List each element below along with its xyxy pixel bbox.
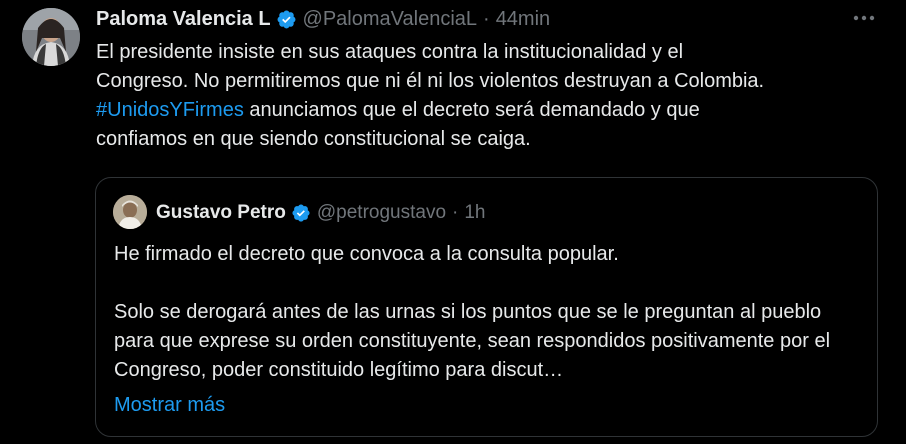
avatar[interactable]	[22, 8, 80, 66]
author-handle[interactable]: @PalomaValenciaL	[303, 8, 477, 31]
quoted-paragraph: He firmado el decreto que convoca a la c…	[114, 243, 619, 265]
more-horizontal-icon	[853, 15, 875, 21]
tweet-header: Paloma Valencia L @PalomaValenciaL · 44m…	[96, 6, 550, 32]
timestamp[interactable]: 44min	[496, 8, 550, 31]
separator-dot: ·	[483, 7, 490, 30]
quoted-timestamp[interactable]: 1h	[464, 202, 485, 224]
tweet[interactable]: Paloma Valencia L @PalomaValenciaL · 44m…	[0, 0, 906, 444]
tweet-text-line: Congreso. No permitiremos que ni él ni l…	[96, 70, 765, 92]
show-more-link[interactable]: Mostrar más	[114, 391, 225, 420]
quoted-author-name[interactable]: Gustavo Petro	[156, 202, 286, 224]
verified-badge-icon	[291, 203, 311, 223]
tweet-text-line: confiamos en que siendo constitucional s…	[96, 128, 531, 150]
quoted-avatar-photo	[113, 195, 147, 229]
quoted-text: He firmado el decreto que convoca a la c…	[114, 240, 864, 385]
verified-badge-icon	[276, 9, 297, 30]
author-name[interactable]: Paloma Valencia L	[96, 8, 271, 31]
separator-dot: ·	[452, 202, 459, 223]
tweet-text: El presidente insiste en sus ataques con…	[96, 38, 886, 154]
avatar-photo	[22, 8, 80, 66]
quoted-tweet[interactable]: Gustavo Petro @petrogustavo · 1h He firm…	[95, 177, 878, 437]
hashtag-link[interactable]: #UnidosYFirmes	[96, 99, 244, 121]
quoted-author-handle[interactable]: @petrogustavo	[317, 202, 446, 224]
quoted-paragraph: Solo se derogará antes de las urnas si l…	[114, 301, 831, 381]
tweet-text-line: #UnidosYFirmes anunciamos que el decreto…	[96, 96, 886, 125]
tweet-text-line: El presidente insiste en sus ataques con…	[96, 41, 684, 63]
quoted-avatar[interactable]	[113, 195, 147, 229]
tweet-text-fragment: anunciamos que el decreto será demandado…	[243, 99, 700, 121]
quoted-header: Gustavo Petro @petrogustavo · 1h	[156, 200, 485, 226]
more-options-button[interactable]	[850, 8, 878, 28]
